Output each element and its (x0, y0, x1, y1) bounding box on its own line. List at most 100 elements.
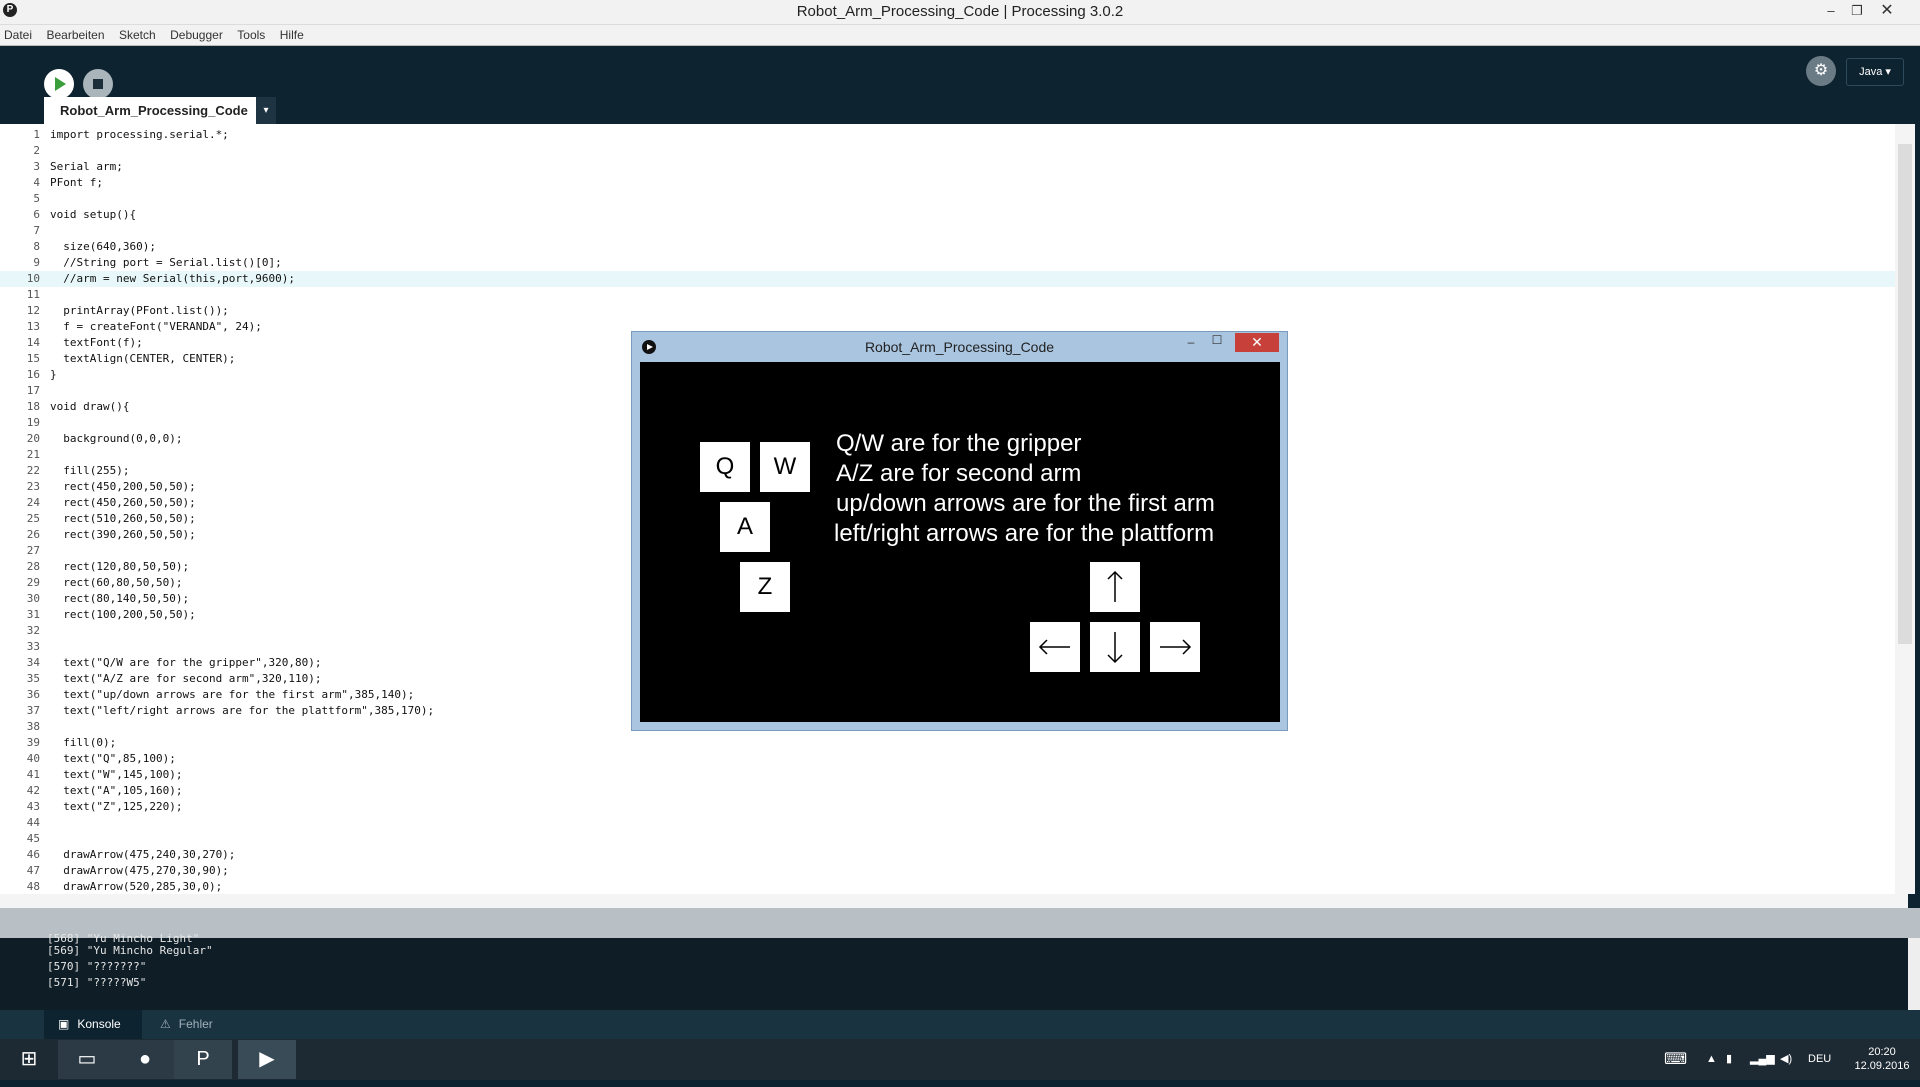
line-number: 38 (26, 720, 40, 733)
line-number: 42 (26, 784, 40, 797)
network-icon[interactable]: ▮ (1726, 1039, 1732, 1080)
minimize-icon[interactable]: – (1820, 2, 1842, 20)
console-divider[interactable] (0, 908, 1920, 938)
key-q: Q (700, 442, 750, 492)
code-line: 43 text("Z",125,220); (0, 799, 1895, 815)
firefox-icon[interactable]: ● (116, 1040, 174, 1079)
tab-console[interactable]: ▣ Konsole (44, 1010, 142, 1039)
menu-sketch[interactable]: Sketch (119, 28, 156, 42)
menu-help[interactable]: Hilfe (280, 28, 304, 42)
sketch-runner-icon[interactable]: ▶ (238, 1040, 296, 1079)
code-text: rect(100,200,50,50); (50, 608, 196, 621)
console-tab-bar: ▣ Konsole ⚠ Fehler (0, 1010, 1920, 1039)
code-text: rect(510,260,50,50); (50, 512, 196, 525)
tab-sketch[interactable]: Robot_Arm_Processing_Code (44, 97, 256, 124)
language-indicator[interactable]: DEU (1808, 1039, 1831, 1080)
code-text: rect(80,140,50,50); (50, 592, 190, 605)
key-w: W (760, 442, 810, 492)
close-icon[interactable]: ✕ (1876, 2, 1898, 20)
file-explorer-icon[interactable]: ▭ (58, 1040, 116, 1079)
butterfly-icon: ⚙ (1813, 62, 1829, 79)
code-text: text("Z",125,220); (50, 800, 183, 813)
code-line: 41 text("W",145,100); (0, 767, 1895, 783)
line-number: 4 (33, 176, 40, 189)
code-text: size(640,360); (50, 240, 156, 253)
caption-gripper: Q/W are for the gripper (836, 430, 1082, 457)
tab-label: Robot_Arm_Processing_Code (60, 103, 248, 118)
line-number: 14 (26, 336, 40, 349)
volume-icon[interactable]: ◀) (1780, 1039, 1792, 1080)
line-number: 36 (26, 688, 40, 701)
sketch-close-button[interactable]: ✕ (1235, 333, 1279, 352)
key-left (1030, 622, 1080, 672)
line-number: 46 (26, 848, 40, 861)
tab-menu-button[interactable]: ▾ (256, 97, 276, 124)
signal-icon[interactable]: ▂▄▆ (1750, 1039, 1775, 1080)
debugger-button[interactable]: ⚙ (1806, 56, 1836, 86)
processing-app-icon[interactable]: P (174, 1040, 232, 1079)
console-line: [571] "?????W5" (47, 976, 147, 989)
code-text: printArray(PFont.list()); (50, 304, 229, 317)
mode-select[interactable]: Java ▾ (1846, 58, 1904, 86)
line-number: 28 (26, 560, 40, 573)
line-number: 20 (26, 432, 40, 445)
line-number: 18 (26, 400, 40, 413)
tray-chevron-icon[interactable]: ▲ (1706, 1039, 1717, 1080)
menu-bar: Datei Bearbeiten Sketch Debugger Tools H… (0, 25, 1920, 46)
menu-tools[interactable]: Tools (237, 28, 265, 42)
tab-errors[interactable]: ⚠ Fehler (146, 1010, 236, 1039)
menu-edit[interactable]: Bearbeiten (46, 28, 104, 42)
code-line: 11 (0, 287, 1895, 303)
line-number: 34 (26, 656, 40, 669)
line-number: 19 (26, 416, 40, 429)
line-number: 40 (26, 752, 40, 765)
caption-second-arm: A/Z are for second arm (836, 460, 1082, 487)
menu-debugger[interactable]: Debugger (170, 28, 223, 42)
console-line: [569] "Yu Mincho Regular" (47, 944, 213, 957)
line-number: 25 (26, 512, 40, 525)
editor-horizontal-scrollbar[interactable] (0, 894, 1908, 908)
arrow-up-icon (1107, 570, 1123, 602)
code-text: import processing.serial.*; (50, 128, 229, 141)
line-number: 27 (26, 544, 40, 557)
code-line: 47 drawArrow(475,270,30,90); (0, 863, 1895, 879)
stop-button[interactable] (83, 69, 113, 99)
editor-vertical-scrollbar[interactable] (1895, 124, 1915, 894)
line-number: 33 (26, 640, 40, 653)
code-text: f = createFont("VERANDA", 24); (50, 320, 262, 333)
menu-file[interactable]: Datei (4, 28, 32, 42)
tab-errors-label: Fehler (178, 1017, 213, 1031)
line-number: 37 (26, 704, 40, 717)
code-line: 46 drawArrow(475,240,30,270); (0, 847, 1895, 863)
line-number: 17 (26, 384, 40, 397)
caption-first-arm: up/down arrows are for the first arm (836, 490, 1215, 517)
line-number: 1 (33, 128, 40, 141)
line-number: 24 (26, 496, 40, 509)
keyboard-icon[interactable]: ⌨ (1664, 1039, 1687, 1080)
restore-icon[interactable]: ❐ (1846, 2, 1868, 20)
stop-icon (93, 79, 103, 89)
window-title: Robot_Arm_Processing_Code | Processing 3… (796, 3, 1124, 20)
sketch-minimize-icon[interactable]: – (1182, 335, 1200, 349)
clock-date[interactable]: 12.09.2016 (1852, 1046, 1912, 1087)
windows-start-icon[interactable]: ⊞ (0, 1040, 58, 1079)
code-line: 2 (0, 143, 1895, 159)
console-scrollbar[interactable] (1908, 938, 1920, 1010)
line-number: 35 (26, 672, 40, 685)
console-icon: ▣ (58, 1017, 70, 1031)
code-line: 8 size(640,360); (0, 239, 1895, 255)
code-line: 1 import processing.serial.*; (0, 127, 1895, 143)
line-number: 13 (26, 320, 40, 333)
sketch-canvas[interactable]: Q W A Z Q/W are for the gripper A/Z are … (640, 362, 1280, 722)
sketch-maximize-icon[interactable]: ☐ (1208, 333, 1226, 347)
code-text: rect(120,80,50,50); (50, 560, 190, 573)
line-number: 3 (33, 160, 40, 173)
tab-console-label: Konsole (77, 1017, 121, 1031)
line-number: 22 (26, 464, 40, 477)
line-number: 26 (26, 528, 40, 541)
run-button[interactable] (44, 69, 74, 99)
sketch-title-bar[interactable]: Robot_Arm_Processing_Code – ☐ ✕ (632, 332, 1287, 362)
code-text: text("Q/W are for the gripper",320,80); (50, 656, 322, 669)
scroll-thumb[interactable] (1898, 144, 1912, 644)
arrow-down-icon (1107, 632, 1123, 664)
